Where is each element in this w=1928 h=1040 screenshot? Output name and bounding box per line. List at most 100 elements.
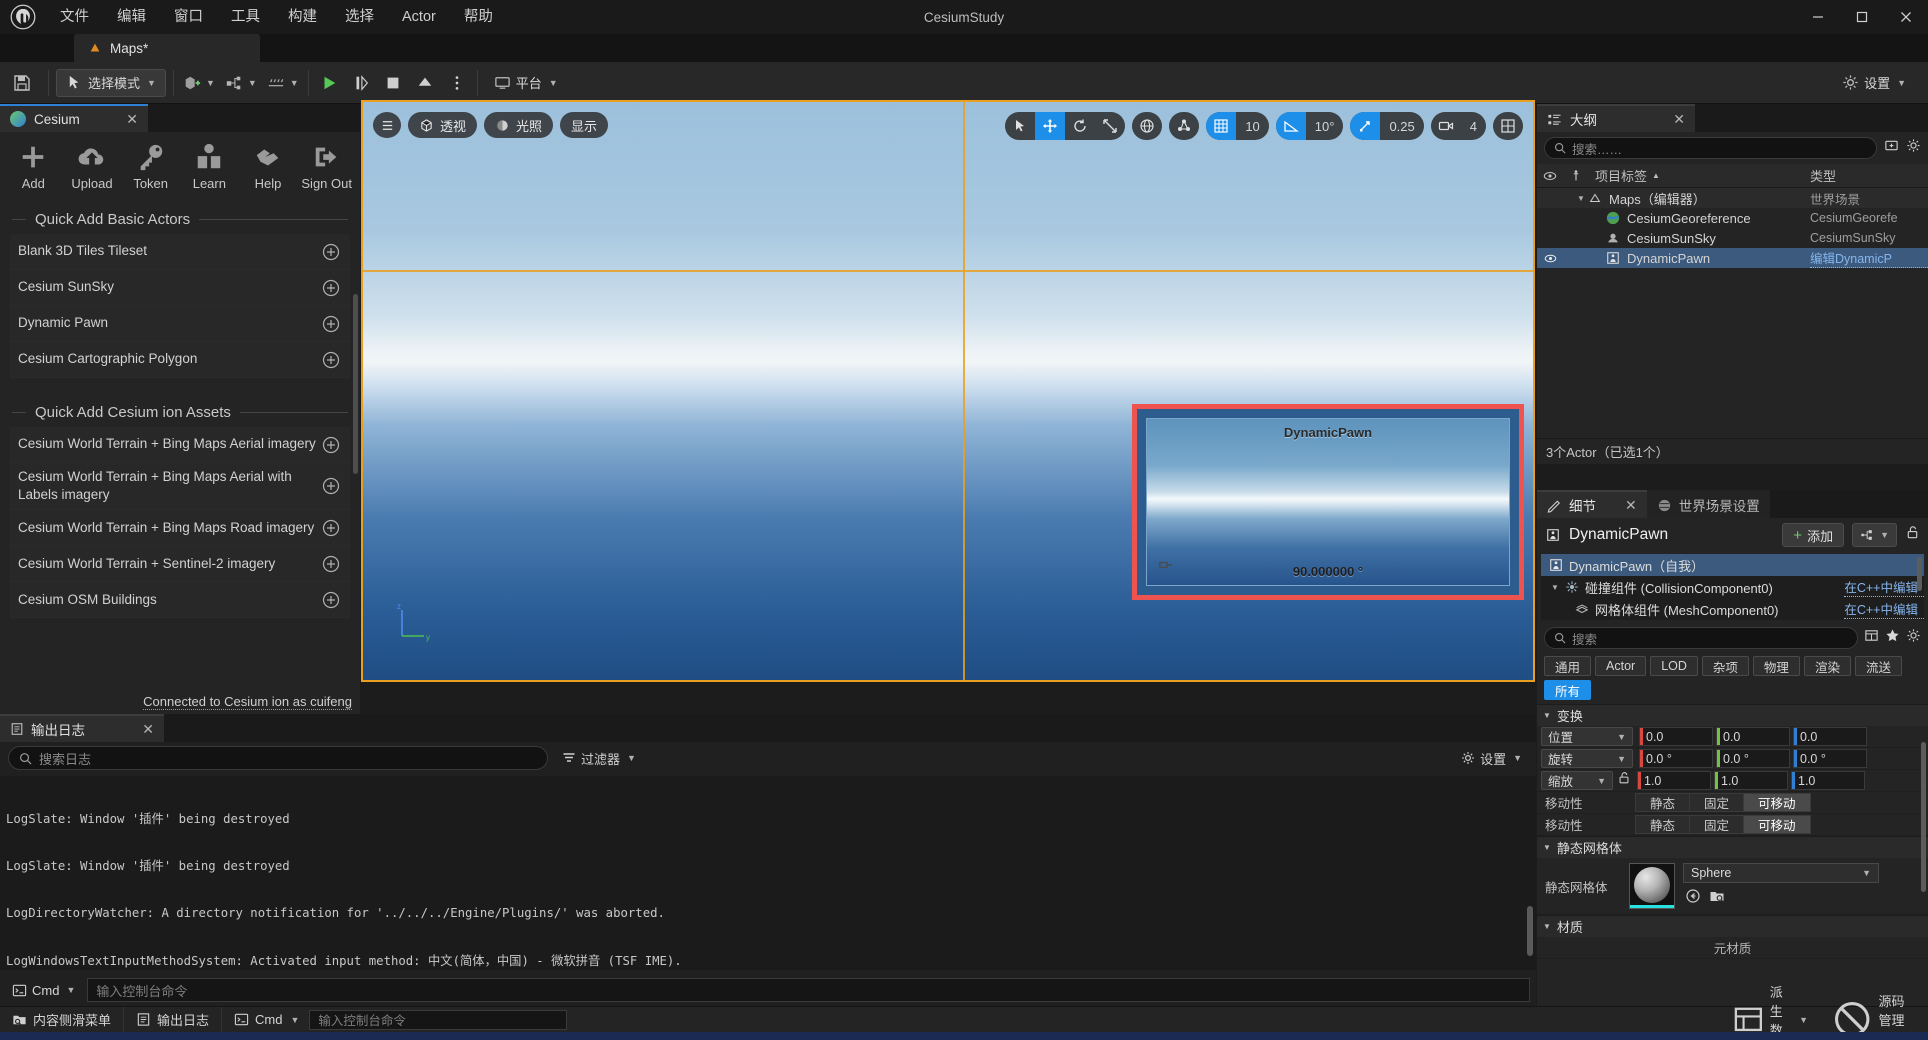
- location-label-button[interactable]: 位置 ▼: [1541, 727, 1633, 746]
- content-drawer-button[interactable]: 内容侧滑菜单: [0, 1006, 125, 1033]
- location-y-input[interactable]: 0.0: [1716, 727, 1790, 746]
- outliner-settings-button[interactable]: [1906, 138, 1921, 158]
- component-row[interactable]: DynamicPawn（自我）: [1541, 554, 1924, 576]
- rotate-tool-button[interactable]: [1065, 112, 1095, 140]
- tab-outliner[interactable]: 大纲 ✕: [1537, 104, 1695, 132]
- log-settings-button[interactable]: 设置 ▼: [1461, 749, 1528, 768]
- add-circle-icon[interactable]: [322, 315, 340, 333]
- rotation-x-input[interactable]: 0.0 °: [1639, 749, 1713, 768]
- angle-snap-value[interactable]: 10°: [1306, 112, 1344, 140]
- details-columns-button[interactable]: [1864, 628, 1879, 648]
- log-filter-button[interactable]: 过滤器 ▼: [556, 749, 642, 768]
- table-row[interactable]: CesiumGeoreference CesiumGeorefe: [1537, 208, 1928, 228]
- tab-maps[interactable]: Maps*: [74, 34, 260, 62]
- list-item[interactable]: Blank 3D Tiles Tileset: [10, 234, 350, 270]
- cesium-help-button[interactable]: Help: [239, 142, 298, 191]
- location-z-input[interactable]: 0.0: [1793, 727, 1867, 746]
- details-scrollbar[interactable]: [1921, 742, 1926, 892]
- outliner-search-input[interactable]: 搜索……: [1544, 137, 1877, 159]
- scale-lock-icon[interactable]: [1613, 771, 1631, 790]
- source-control-button[interactable]: 源码管理关闭: [1820, 994, 1928, 1040]
- menu-select[interactable]: 选择: [331, 0, 388, 34]
- list-item[interactable]: Cesium SunSky: [10, 270, 350, 306]
- menu-tools[interactable]: 工具: [217, 0, 274, 34]
- grid-snap-value[interactable]: 10: [1236, 112, 1268, 140]
- details-settings-button[interactable]: [1906, 628, 1921, 648]
- browse-content-icon[interactable]: [1709, 888, 1725, 909]
- list-item[interactable]: Cesium World Terrain + Bing Maps Aerial …: [10, 463, 350, 511]
- cesium-learn-button[interactable]: Learn: [180, 142, 239, 191]
- list-item[interactable]: Cesium OSM Buildings: [10, 582, 350, 619]
- mobility-movable-2[interactable]: 可移动: [1743, 815, 1811, 834]
- close-icon[interactable]: ✕: [1673, 111, 1685, 128]
- save-button[interactable]: [0, 62, 44, 104]
- menu-help[interactable]: 帮助: [450, 0, 507, 34]
- details-lock-button[interactable]: [1905, 525, 1920, 545]
- output-log-button[interactable]: 输出日志: [124, 1006, 223, 1033]
- eject-button[interactable]: [410, 68, 440, 98]
- tab-details[interactable]: 细节 ✕: [1537, 490, 1647, 518]
- component-row[interactable]: 网格体组件 (MeshComponent0) 在C++中编辑: [1541, 598, 1924, 620]
- row-visibility-toggle[interactable]: [1537, 252, 1563, 265]
- scale-snap-toggle[interactable]: [1350, 112, 1381, 140]
- mobility-movable-1[interactable]: 可移动: [1743, 793, 1811, 812]
- unreal-engine-logo[interactable]: [0, 0, 46, 34]
- surface-snap-button[interactable]: [1169, 112, 1200, 140]
- viewport-lighting-button[interactable]: 光照: [484, 112, 554, 138]
- details-search-input[interactable]: 搜索: [1544, 627, 1858, 649]
- expand-triangle-icon[interactable]: ▼: [1547, 583, 1563, 592]
- cesium-upload-button[interactable]: Upload: [63, 142, 122, 191]
- viewport-layout-button[interactable]: [1493, 112, 1523, 140]
- close-button[interactable]: [1884, 0, 1928, 34]
- viewport-show-button[interactable]: 显示: [560, 112, 609, 138]
- cesium-token-button[interactable]: Token: [121, 142, 180, 191]
- scale-label-button[interactable]: 缩放 ▼: [1541, 771, 1613, 790]
- tab-cesium[interactable]: Cesium ✕: [0, 104, 148, 132]
- filter-chip-actor[interactable]: Actor: [1595, 656, 1647, 676]
- scale-tool-button[interactable]: [1095, 112, 1125, 140]
- table-row[interactable]: DynamicPawn 编辑DynamicP: [1537, 248, 1928, 268]
- select-mode-button[interactable]: 选择模式 ▼: [56, 68, 166, 97]
- add-circle-icon[interactable]: [322, 351, 340, 369]
- add-circle-icon[interactable]: [322, 436, 340, 454]
- browse-back-icon[interactable]: [1685, 888, 1701, 909]
- level-viewport[interactable]: 透视 光照 显示 10 10° 0.25 4 z y DynamicPawn 9…: [361, 100, 1535, 682]
- component-row[interactable]: ▼ 碰撞组件 (CollisionComponent0) 在C++中编辑: [1541, 576, 1924, 598]
- table-row[interactable]: CesiumSunSky CesiumSunSky: [1537, 228, 1928, 248]
- derived-data-button[interactable]: 派生数据 ▼: [1721, 985, 1820, 1038]
- add-circle-icon[interactable]: [322, 519, 340, 537]
- actor-preview-window[interactable]: DynamicPawn 90.000000 °: [1132, 404, 1524, 600]
- material-section-header[interactable]: ▼ 材质: [1537, 915, 1928, 937]
- staticmesh-section-header[interactable]: ▼ 静态网格体: [1537, 836, 1928, 858]
- menu-build[interactable]: 构建: [274, 0, 331, 34]
- row-type[interactable]: 编辑DynamicP: [1810, 248, 1928, 268]
- menu-actor[interactable]: Actor: [388, 0, 450, 34]
- angle-snap-toggle[interactable]: [1275, 112, 1306, 140]
- mobility-static-2[interactable]: 静态: [1635, 815, 1690, 834]
- cesium-panel-scrollbar[interactable]: [353, 294, 358, 474]
- add-component-button[interactable]: + 添加: [1782, 523, 1845, 547]
- translate-tool-button[interactable]: [1035, 112, 1066, 140]
- log-console-input[interactable]: 输入控制台命令: [87, 978, 1530, 1002]
- component-cpp-link[interactable]: 在C++中编辑: [1844, 599, 1924, 619]
- list-item[interactable]: Cesium Cartographic Polygon: [10, 342, 350, 378]
- menu-file[interactable]: 文件: [46, 0, 103, 34]
- staticmesh-thumbnail[interactable]: [1629, 863, 1675, 909]
- viewport-menu-button[interactable]: [373, 112, 401, 138]
- mobility-stationary-2[interactable]: 固定: [1689, 815, 1744, 834]
- play-options-button[interactable]: [442, 68, 472, 98]
- add-circle-icon[interactable]: [322, 477, 340, 495]
- filter-chip-streaming[interactable]: 流送: [1854, 656, 1902, 676]
- close-icon[interactable]: ✕: [1625, 497, 1637, 514]
- select-tool-button[interactable]: [1005, 112, 1035, 140]
- maximize-button[interactable]: [1840, 0, 1884, 34]
- add-circle-icon[interactable]: [322, 243, 340, 261]
- blueprint-button[interactable]: ▼: [221, 68, 261, 98]
- cesium-add-button[interactable]: Add: [4, 142, 63, 191]
- log-search-input[interactable]: 搜索日志: [8, 746, 548, 770]
- output-log-body[interactable]: LogSlate: Window '插件' being destroyed Lo…: [0, 776, 1536, 970]
- actor-preview-viewport[interactable]: DynamicPawn 90.000000 °: [1146, 418, 1510, 586]
- table-row[interactable]: ▼ Maps（编辑器） 世界场景: [1537, 188, 1928, 208]
- filter-chip-misc[interactable]: 杂项: [1701, 656, 1749, 676]
- staticmesh-select[interactable]: Sphere ▼: [1683, 863, 1879, 883]
